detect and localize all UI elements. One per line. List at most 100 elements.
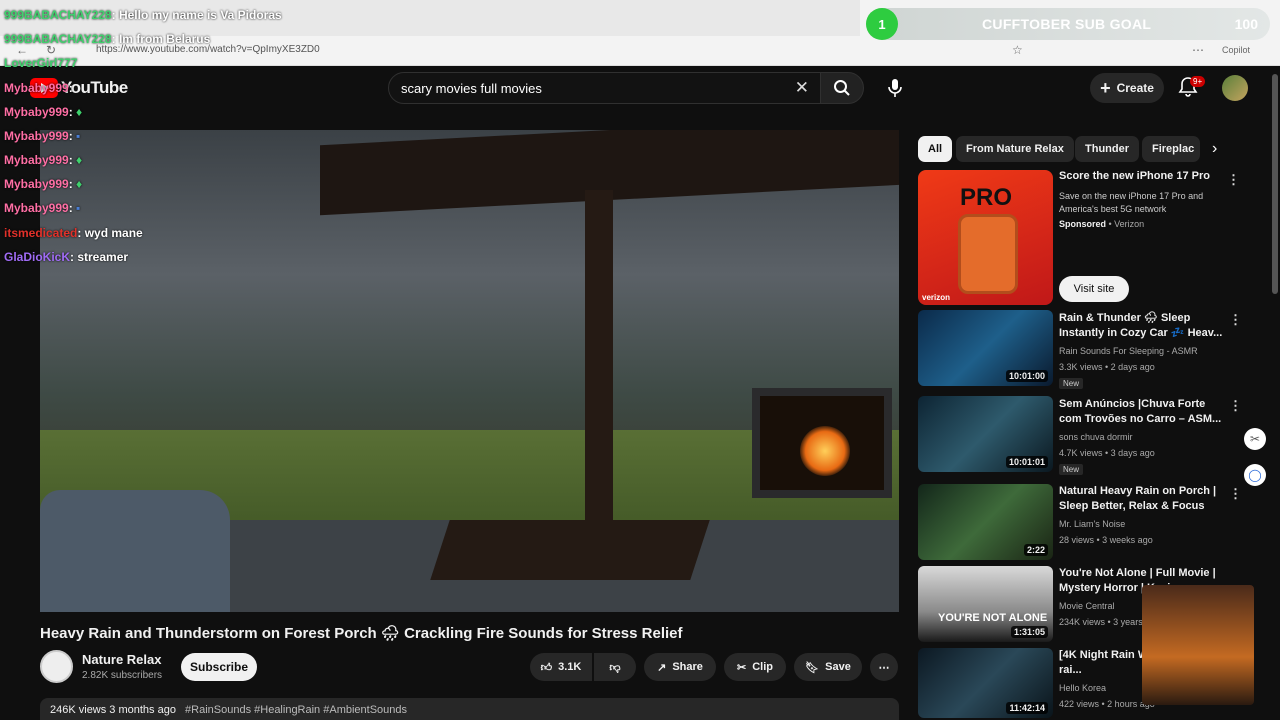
emote-icon: ♦ — [76, 177, 83, 191]
video-scene-fireplace — [752, 388, 892, 498]
related-channel[interactable]: Mr. Liam's Noise — [1059, 519, 1125, 529]
clip-button[interactable]: ✂ Clip — [724, 653, 786, 681]
subscribe-button[interactable]: Subscribe — [181, 653, 257, 681]
more-actions-button[interactable]: ⋯ — [870, 653, 898, 681]
search-value: scary movies full movies — [401, 81, 542, 96]
ad-advertiser: Verizon — [1114, 219, 1145, 229]
related-thumbnail[interactable]: 10:01:01 — [918, 396, 1053, 472]
chat-text: : streamer — [70, 250, 129, 264]
chat-message: itsmedicated: wyd mane — [4, 226, 143, 240]
chat-text: : Im from Belarus — [111, 32, 211, 46]
emote-icon: ♦ — [76, 105, 83, 119]
related-menu-icon[interactable]: ⋮ — [1229, 398, 1242, 414]
chip-fireplace[interactable]: Fireplac — [1142, 136, 1200, 162]
video-scene-sofa — [40, 490, 230, 612]
emote-icon: ♦ — [76, 153, 83, 167]
chip-thunder[interactable]: Thunder — [1075, 136, 1139, 162]
ad-title[interactable]: Score the new iPhone 17 Pro — [1059, 170, 1229, 182]
chip-from-nature-relax[interactable]: From Nature Relax — [956, 136, 1074, 162]
create-button[interactable]: + Create — [1090, 73, 1164, 103]
related-title[interactable]: Natural Heavy Rain on Porch | Sleep Bett… — [1059, 484, 1229, 514]
related-thumbnail[interactable]: 10:01:00 — [918, 310, 1053, 386]
thumbnail-caption: YOU'RE NOT ALONE — [938, 612, 1048, 624]
related-channel[interactable]: sons chuva dormir — [1059, 432, 1133, 442]
share-button[interactable]: ↗ Share — [644, 653, 716, 681]
related-meta: 4.7K views • 3 days ago — [1059, 448, 1155, 458]
chat-message: GlaDioKicK: streamer — [4, 250, 128, 264]
chat-username: GlaDioKicK — [4, 250, 71, 264]
chat-username: Mybaby999 — [4, 177, 69, 191]
chat-message: Mybaby999: — [4, 81, 73, 95]
ad-thumb-pro: PRO — [960, 184, 1013, 211]
thumbs-down-icon: 👎︎ — [609, 661, 621, 674]
related-title[interactable]: Rain & Thunder 🌧 Sleep Instantly in Cozy… — [1059, 311, 1229, 341]
chat-text: : — [68, 153, 73, 167]
chat-message: Mybaby999: ▪ — [4, 129, 80, 143]
related-menu-icon[interactable]: ⋮ — [1229, 312, 1242, 328]
scissors-icon: ✂ — [737, 661, 747, 674]
sub-goal-target: 100 — [1234, 16, 1258, 32]
chip-all[interactable]: All — [918, 136, 953, 162]
clip-label: Clip — [752, 661, 773, 673]
related-thumbnail[interactable]: YOU'RE NOT ALONE 1:31:05 — [918, 566, 1053, 642]
share-icon: ↗ — [657, 661, 667, 674]
channel-name[interactable]: Nature Relax — [82, 652, 161, 667]
chat-text: : — [68, 201, 73, 215]
voice-search-button[interactable] — [880, 72, 910, 104]
related-channel[interactable]: Movie Central — [1059, 601, 1115, 611]
related-menu-icon[interactable]: ⋮ — [1229, 486, 1242, 502]
sidebar-search-icon[interactable]: ◯ — [1244, 464, 1266, 486]
sub-goal-count: 1 — [866, 8, 898, 40]
search-input[interactable]: scary movies full movies ✕ — [388, 72, 822, 104]
like-count: 3.1K — [558, 661, 582, 673]
chat-username: Mybaby999 — [4, 153, 69, 167]
chat-username: Mybaby999 — [4, 129, 69, 143]
video-description-box[interactable]: 246K views 3 months ago #RainSounds #Hea… — [40, 698, 899, 720]
like-button[interactable]: 👍︎ 3.1K — [530, 653, 592, 681]
chat-message: Mybaby999: ♦ — [4, 177, 82, 191]
visit-site-button[interactable]: Visit site — [1059, 276, 1129, 302]
chat-text: : Hello my name is Va Pidoras — [111, 8, 282, 22]
subscriber-count: 2.82K subscribers — [82, 670, 163, 681]
save-button[interactable]: 🔖︎ Save — [794, 653, 862, 681]
views-and-age: 246K views 3 months ago — [50, 704, 176, 716]
duration-badge: 10:01:00 — [1005, 370, 1048, 382]
thumbs-up-icon: 👍︎ — [540, 661, 553, 674]
channel-avatar[interactable] — [40, 650, 73, 683]
chat-username: LoverGirl777 — [4, 56, 78, 70]
related-thumbnail[interactable]: 11:42:14 — [918, 648, 1053, 718]
chat-text: : — [68, 177, 73, 191]
chevron-right-icon[interactable]: › — [1212, 140, 1217, 158]
chat-username: Mybaby999 — [4, 105, 69, 119]
related-meta: 422 views • 2 hours ago — [1059, 699, 1155, 709]
dislike-button[interactable]: 👎︎ — [594, 653, 636, 681]
hashtags[interactable]: #RainSounds #HealingRain #AmbientSounds — [185, 704, 407, 716]
ad-menu-icon[interactable]: ⋮ — [1227, 172, 1240, 188]
ad-sponsor-line: Sponsored • Verizon — [1059, 219, 1145, 229]
chat-text: : — [68, 81, 73, 95]
duration-badge: 2:22 — [1023, 544, 1048, 556]
plus-icon: + — [1100, 77, 1111, 98]
more-options-icon[interactable]: ⋯ — [1192, 43, 1204, 57]
account-avatar[interactable] — [1222, 75, 1248, 101]
ad-thumb-brand: verizon — [922, 293, 951, 302]
chat-message: LoverGirl777 — [4, 56, 77, 70]
chat-username: 999BABACHAY228 — [4, 32, 112, 46]
sidebar-tool-icon[interactable]: ✂ — [1244, 428, 1266, 450]
video-player[interactable] — [40, 130, 899, 612]
video-scene-table — [430, 520, 710, 580]
clear-search-icon[interactable]: ✕ — [795, 78, 809, 98]
scrollbar[interactable] — [1272, 74, 1278, 294]
related-title[interactable]: Sem Anúncios |Chuva Forte com Trovões no… — [1059, 397, 1229, 427]
related-channel[interactable]: Rain Sounds For Sleeping - ASMR — [1059, 346, 1198, 356]
copilot-button[interactable]: Copilot — [1222, 45, 1250, 55]
chat-username: itsmedicated — [4, 226, 78, 240]
search-button[interactable] — [820, 72, 864, 104]
related-channel[interactable]: Hello Korea — [1059, 683, 1106, 693]
new-badge: New — [1059, 378, 1084, 389]
chat-message: 999BABACHAY228: Hello my name is Va Pido… — [4, 8, 282, 22]
microphone-icon — [888, 79, 902, 97]
ad-thumbnail[interactable]: PRO verizon — [918, 170, 1053, 305]
favorite-star-icon[interactable]: ☆ — [1012, 43, 1023, 57]
related-thumbnail[interactable]: 2:22 — [918, 484, 1053, 560]
